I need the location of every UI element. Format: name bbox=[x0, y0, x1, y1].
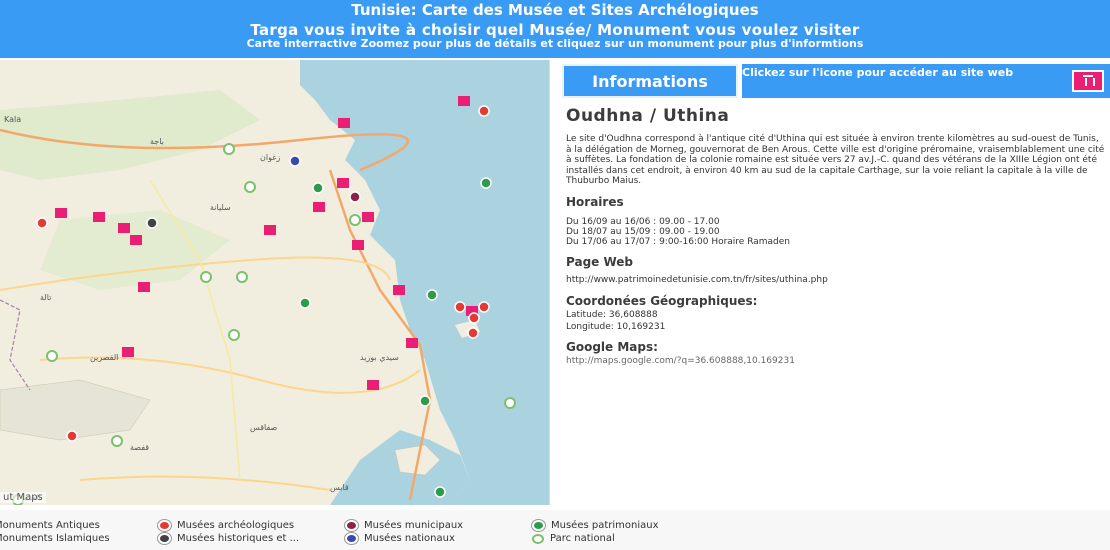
svg-text:قفصة: قفصة bbox=[130, 443, 149, 452]
legend-label: Musées historiques et ... bbox=[177, 533, 300, 544]
hours-line: Du 18/07 au 15/09 : 09.00 - 19.00 bbox=[566, 226, 720, 237]
site-title: Oudhna / Uthina bbox=[566, 106, 730, 126]
svg-text:باجة: باجة bbox=[150, 137, 164, 146]
info-panel: Informations Clickez sur l'icone pour ac… bbox=[562, 62, 1110, 505]
hours-list: Du 16/09 au 16/06 : 09.00 - 17.00 Du 18/… bbox=[566, 217, 1106, 247]
legend-item-musees-historiques[interactable]: Musées historiques et ... bbox=[158, 533, 299, 544]
legend-label: Parc national bbox=[550, 533, 615, 544]
legend-item-parc-national[interactable]: Parc national bbox=[532, 533, 615, 544]
svg-text:سيدي بوزيد: سيدي بوزيد bbox=[360, 353, 399, 362]
legend-item-monuments-antiques[interactable]: Monuments Antiques bbox=[0, 520, 100, 531]
legend-item-musees-nationaux[interactable]: Musées nationaux bbox=[345, 533, 455, 544]
map-legend: Monuments Antiques Monuments Islamiques … bbox=[0, 510, 1110, 550]
svg-text:سليانة: سليانة bbox=[210, 203, 231, 212]
legend-item-musees-municipaux[interactable]: Musées municipaux bbox=[345, 520, 463, 531]
legend-label: Monuments Islamiques bbox=[0, 533, 110, 544]
legend-item-musees-patrimoniaux[interactable]: Musées patrimoniaux bbox=[532, 520, 659, 531]
website-link-box: Clickez sur l'icone pour accéder au site… bbox=[742, 64, 1110, 98]
green-area bbox=[0, 90, 260, 180]
road-5 bbox=[79, 475, 331, 491]
svg-text:Kala: Kala bbox=[4, 115, 21, 124]
legend-label: Musées municipaux bbox=[364, 520, 464, 531]
monument-website-icon[interactable] bbox=[1072, 70, 1104, 92]
map-instructions: Carte interractive Zoomez pour plus de d… bbox=[246, 37, 864, 50]
svg-text:تالة: تالة bbox=[40, 293, 51, 302]
salt-lake bbox=[0, 379, 151, 441]
page-title: Tunisie: Carte des Musée et Sites Archél… bbox=[351, 1, 759, 19]
informations-button[interactable]: Informations bbox=[562, 64, 738, 98]
website-link-label: Clickez sur l'icone pour accéder au site… bbox=[742, 66, 1014, 79]
svg-text:قابس: قابس bbox=[330, 483, 349, 492]
web-url-link[interactable]: http://www.patrimoinedetunisie.com.tn/fr… bbox=[566, 275, 1106, 286]
site-details: Oudhna / Uthina Le site d'Oudhna corresp… bbox=[566, 106, 1106, 366]
hours-line: Du 17/06 au 17/07 : 9:00-16:00 Horaire R… bbox=[566, 236, 791, 247]
coords-heading: Coordonées Géographiques: bbox=[566, 293, 758, 308]
map-canvas[interactable]: Kala باجة سليانة تالة القصرين قفصة صفاقس… bbox=[0, 60, 550, 505]
blue-dot-icon bbox=[345, 533, 358, 544]
legend-label: Musées archéologiques bbox=[177, 520, 295, 531]
map-attribution[interactable]: ut Maps bbox=[0, 492, 46, 503]
red-dot-icon bbox=[158, 520, 171, 531]
sea-area bbox=[300, 60, 549, 505]
svg-text:زغوان: زغوان bbox=[260, 153, 280, 162]
svg-text:القصرين: القصرين bbox=[90, 353, 118, 362]
gmaps-url-link[interactable]: http://maps.google.com/?q=36.608888,10.1… bbox=[566, 356, 1106, 366]
svg-text:صفاقس: صفاقس bbox=[250, 423, 278, 432]
header-banner: Tunisie: Carte des Musée et Sites Archél… bbox=[0, 0, 1110, 58]
site-description: Le site d'Oudhna correspond à l'antique … bbox=[566, 134, 1105, 186]
hours-heading: Horaires bbox=[566, 194, 624, 209]
border bbox=[0, 299, 31, 391]
dark-dot-icon bbox=[158, 533, 171, 544]
longitude-value: Longitude: 10,169231 bbox=[566, 321, 666, 332]
hours-line: Du 16/09 au 16/06 : 09.00 - 17.00 bbox=[566, 216, 720, 227]
park-ring-icon bbox=[532, 533, 544, 544]
legend-label: Monuments Antiques bbox=[0, 520, 100, 531]
legend-label: Musées nationaux bbox=[364, 533, 455, 544]
maroon-dot-icon bbox=[345, 520, 358, 531]
legend-item-musees-archeologiques[interactable]: Musées archéologiques bbox=[158, 520, 294, 531]
green-dot-icon bbox=[532, 520, 545, 531]
latitude-value: Latitude: 36,608888 bbox=[566, 309, 658, 320]
legend-item-monuments-islamiques[interactable]: Monuments Islamiques bbox=[0, 533, 110, 544]
legend-label: Musées patrimoniaux bbox=[551, 520, 659, 531]
web-heading: Page Web bbox=[566, 254, 634, 269]
interactive-map[interactable]: Kala باجة سليانة تالة القصرين قفصة صفاقس… bbox=[0, 60, 550, 505]
gmaps-heading: Google Maps: bbox=[566, 339, 658, 354]
